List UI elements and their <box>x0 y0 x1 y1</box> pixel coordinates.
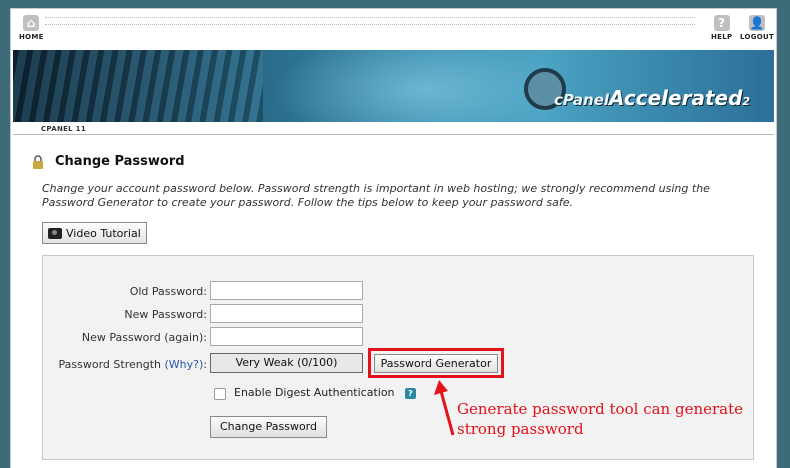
nav-home[interactable]: ⌂ HOME <box>19 15 44 41</box>
nav-home-label: HOME <box>19 33 44 41</box>
new-password-again-label: New Password (again): <box>81 331 207 344</box>
header-banner: cPanelAccelerated2 <box>13 50 774 122</box>
page-title: Change Password <box>55 154 185 169</box>
nav-logout[interactable]: 👤 LOGOUT <box>740 15 774 41</box>
change-password-button[interactable]: Change Password <box>210 416 327 438</box>
nav-help-label: HELP <box>711 33 733 41</box>
breadcrumb: CPANEL 11 <box>13 122 774 135</box>
password-generator-button[interactable]: Password Generator <box>374 354 498 373</box>
logout-icon: 👤 <box>749 15 766 31</box>
old-password-label: Old Password: <box>129 285 207 298</box>
video-tutorial-button[interactable]: Video Tutorial <box>42 222 147 244</box>
new-password-label: New Password: <box>124 308 207 321</box>
password-strength-meter: Very Weak (0/100) <box>210 353 363 373</box>
nav-logout-label: LOGOUT <box>740 33 775 41</box>
page-description: Change your account password below. Pass… <box>42 182 710 209</box>
digest-auth-checkbox[interactable] <box>214 388 226 400</box>
cpanel-logo: cPanelAccelerated2 <box>524 68 754 112</box>
help-icon: ? <box>713 15 730 31</box>
annotation-text: Generate password tool can generate stro… <box>457 400 743 438</box>
breadcrumb-tab[interactable]: CPANEL 11 <box>37 125 91 133</box>
home-icon: ⌂ <box>23 15 40 31</box>
top-nav: ⌂ HOME ? HELP 👤 LOGOUT <box>11 9 776 49</box>
banner-network-art <box>13 50 263 122</box>
password-strength-label: Password Strength (Why?): <box>58 358 207 371</box>
nav-help[interactable]: ? HELP <box>711 15 732 41</box>
info-icon[interactable]: ? <box>405 388 416 399</box>
why-link[interactable]: (Why?) <box>165 358 204 371</box>
video-tutorial-label: Video Tutorial <box>66 226 141 240</box>
new-password-input[interactable] <box>210 304 363 323</box>
nav-divider <box>45 17 695 25</box>
logo-text: cPanelAccelerated2 <box>554 86 751 110</box>
cpanel-window: ⌂ HOME ? HELP 👤 LOGOUT cPanelAccelerated… <box>10 8 777 468</box>
old-password-input[interactable] <box>210 281 363 300</box>
camera-icon <box>48 227 62 239</box>
new-password-again-input[interactable] <box>210 327 363 346</box>
lock-icon <box>33 155 43 169</box>
digest-auth-label: Enable Digest Authentication <box>234 386 395 399</box>
